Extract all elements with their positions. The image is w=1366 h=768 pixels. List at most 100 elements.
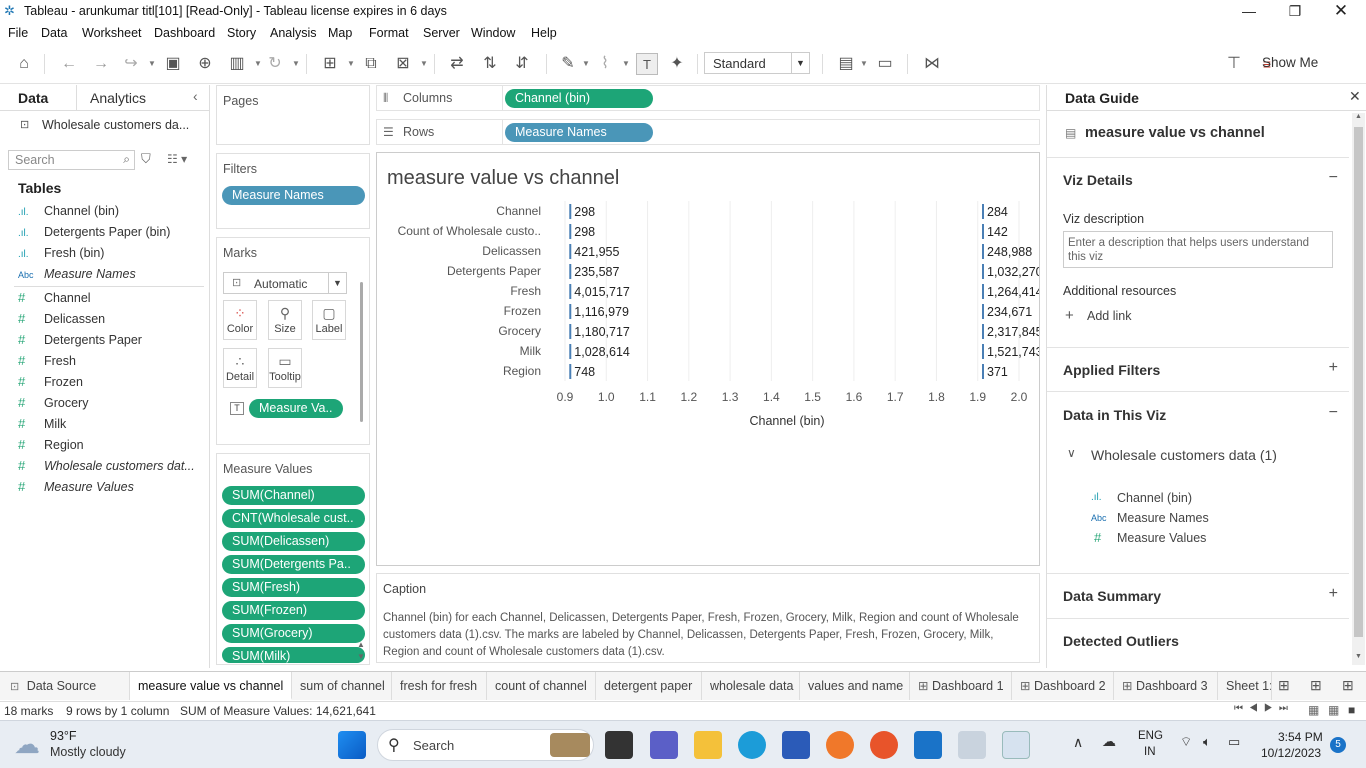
highlight-icon[interactable]: ✎: [557, 53, 579, 75]
tab-sum-of-channel[interactable]: sum of channel: [292, 672, 392, 700]
lang-2[interactable]: IN: [1144, 746, 1156, 758]
field-measure-values[interactable]: # Measure Values: [18, 479, 134, 499]
rows-shelf[interactable]: ☰ Rows Measure Names: [376, 119, 1040, 145]
clock-date[interactable]: 10/12/2023: [1261, 746, 1321, 760]
show-cards-icon[interactable]: ▤: [835, 53, 857, 75]
file-explorer-icon[interactable]: [694, 731, 722, 759]
minimize-button[interactable]: —: [1226, 0, 1272, 22]
wifi-icon[interactable]: ⌔: [1180, 734, 1192, 750]
close-icon[interactable]: ✕: [1349, 88, 1361, 105]
menu-format[interactable]: Format: [369, 26, 409, 40]
tab-dashboard-3[interactable]: ⊞ Dashboard 3: [1114, 672, 1218, 700]
label-button[interactable]: ▢ Label: [312, 300, 346, 340]
menu-help[interactable]: Help: [531, 26, 557, 40]
windows-start-icon[interactable]: [338, 731, 366, 759]
edge-icon[interactable]: [738, 731, 766, 759]
filmstrip-icon[interactable]: ▦: [1308, 703, 1319, 717]
measure-pill[interactable]: SUM(Frozen): [222, 601, 365, 620]
fit-dropdown[interactable]: Standard ▼: [704, 52, 810, 74]
field-fresh-bin[interactable]: .ıl. Fresh (bin): [18, 246, 104, 266]
detected-outliers-heading[interactable]: Detected Outliers: [1063, 633, 1179, 649]
chevron-down-icon[interactable]: ▼: [582, 53, 590, 75]
add-link-button[interactable]: Add link: [1087, 309, 1131, 323]
teams-icon[interactable]: [650, 731, 678, 759]
sort-ascending-icon[interactable]: ⇅: [479, 53, 501, 75]
collapse-icon[interactable]: −: [1329, 169, 1338, 187]
columns-pill[interactable]: Channel (bin): [505, 89, 653, 108]
tab-data-source[interactable]: ⊡ Data Source: [0, 672, 130, 700]
filter-pill-measure-names[interactable]: Measure Names: [222, 186, 365, 205]
scroll-down-icon[interactable]: ▼: [357, 652, 365, 661]
share-icon[interactable]: ⋈: [921, 53, 943, 75]
pause-updates-icon[interactable]: ▥: [226, 53, 248, 75]
field-detergents-paper[interactable]: # Detergents Paper: [18, 332, 142, 352]
scroll-down-icon[interactable]: ▼: [1355, 653, 1362, 660]
viz-description-input[interactable]: Enter a description that helps users und…: [1063, 231, 1333, 268]
menu-analysis[interactable]: Analysis: [270, 26, 317, 40]
viz-details-heading[interactable]: Viz Details: [1063, 172, 1133, 188]
duplicate-icon[interactable]: ⧉: [360, 53, 382, 75]
task-view-icon[interactable]: [605, 731, 633, 759]
expand-icon[interactable]: +: [1329, 585, 1338, 603]
collapse-icon[interactable]: −: [1329, 404, 1338, 422]
chevron-down-icon[interactable]: ∨: [1067, 446, 1076, 460]
app-icon[interactable]: [958, 731, 986, 759]
pin-icon[interactable]: ✦: [666, 53, 688, 75]
measure-pill[interactable]: CNT(Wholesale cust..: [222, 509, 365, 528]
clock-time[interactable]: 3:54 PM: [1278, 730, 1323, 744]
color-button[interactable]: ⁘ Color: [223, 300, 257, 340]
detail-button[interactable]: ∴ Detail: [223, 348, 257, 388]
sort-descending-icon[interactable]: ⇵: [511, 53, 533, 75]
chevron-up-icon[interactable]: ∧: [1073, 734, 1083, 751]
save-icon[interactable]: ▣: [162, 53, 184, 75]
field-fresh[interactable]: # Fresh: [18, 353, 76, 373]
menu-server[interactable]: Server: [423, 26, 460, 40]
menu-file[interactable]: File: [8, 26, 28, 40]
group-icon[interactable]: ⌇: [594, 53, 616, 75]
tabs-view-icon[interactable]: ■: [1348, 703, 1355, 717]
lang-1[interactable]: ENG: [1138, 730, 1163, 742]
home-icon[interactable]: ⌂: [13, 53, 35, 75]
guide-scrollbar[interactable]: ▲ ▼: [1352, 113, 1365, 665]
taskbar-search[interactable]: ⚲ Search: [377, 729, 594, 761]
tab-data[interactable]: Data: [18, 90, 48, 106]
field-wholesale-count[interactable]: # Wholesale customers dat...: [18, 458, 195, 478]
chevron-down-icon[interactable]: ▼: [622, 53, 630, 75]
tab-values-and-name[interactable]: values and name: [800, 672, 910, 700]
show-labels-icon[interactable]: T: [636, 53, 658, 75]
columns-shelf[interactable]: ⦀ Columns Channel (bin): [376, 85, 1040, 111]
tab-sheet-1[interactable]: Sheet 1:: [1218, 672, 1272, 700]
measure-pill[interactable]: SUM(Fresh): [222, 578, 365, 597]
chevron-down-icon[interactable]: ▼: [860, 53, 868, 75]
measure-pill[interactable]: SUM(Grocery): [222, 624, 365, 643]
tab-wholesale-data[interactable]: wholesale data: [702, 672, 800, 700]
field-channel[interactable]: # Channel: [18, 290, 91, 310]
measure-pill[interactable]: SUM(Detergents Pa..: [222, 555, 365, 574]
tab-measure-value-vs-channel[interactable]: measure value vs channel: [130, 672, 292, 700]
mark-type-dropdown[interactable]: ⊡ Automatic ▼: [223, 272, 347, 294]
filters-card[interactable]: Filters Measure Names: [216, 153, 370, 229]
menu-dashboard[interactable]: Dashboard: [154, 26, 215, 40]
scrollbar-thumb[interactable]: [1354, 127, 1363, 637]
field-grocery[interactable]: # Grocery: [18, 395, 88, 415]
new-worksheet-icon[interactable]: ⊞: [319, 53, 341, 75]
field-frozen[interactable]: # Frozen: [18, 374, 83, 394]
field-detergents-paper-bin[interactable]: .ıl. Detergents Paper (bin): [18, 225, 170, 245]
battery-icon[interactable]: ▭: [1228, 734, 1240, 750]
tab-dashboard-2[interactable]: ⊞ Dashboard 2: [1012, 672, 1114, 700]
format-painter-icon[interactable]: ⊤: [1223, 53, 1245, 75]
data-in-viz-heading[interactable]: Data in This Viz: [1063, 407, 1166, 423]
show-me-button[interactable]: Show Me: [1262, 55, 1318, 70]
field-measure-names[interactable]: Abc Measure Names: [18, 267, 136, 287]
search-input[interactable]: Search ⌕: [8, 150, 135, 170]
menu-map[interactable]: Map: [328, 26, 352, 40]
clear-sheet-icon[interactable]: ⊠: [392, 53, 414, 75]
tab-analytics[interactable]: Analytics: [90, 90, 146, 106]
sheet-nav-arrows[interactable]: ⏮◀▶⏭: [1234, 703, 1294, 714]
new-story-icon[interactable]: ⊞: [1342, 677, 1354, 694]
restore-button[interactable]: ❐: [1272, 0, 1318, 22]
guide-field-measure-values[interactable]: Measure Values: [1117, 531, 1206, 545]
data-summary-heading[interactable]: Data Summary: [1063, 588, 1161, 604]
field-milk[interactable]: # Milk: [18, 416, 66, 436]
marks-scrollbar[interactable]: [360, 282, 363, 422]
